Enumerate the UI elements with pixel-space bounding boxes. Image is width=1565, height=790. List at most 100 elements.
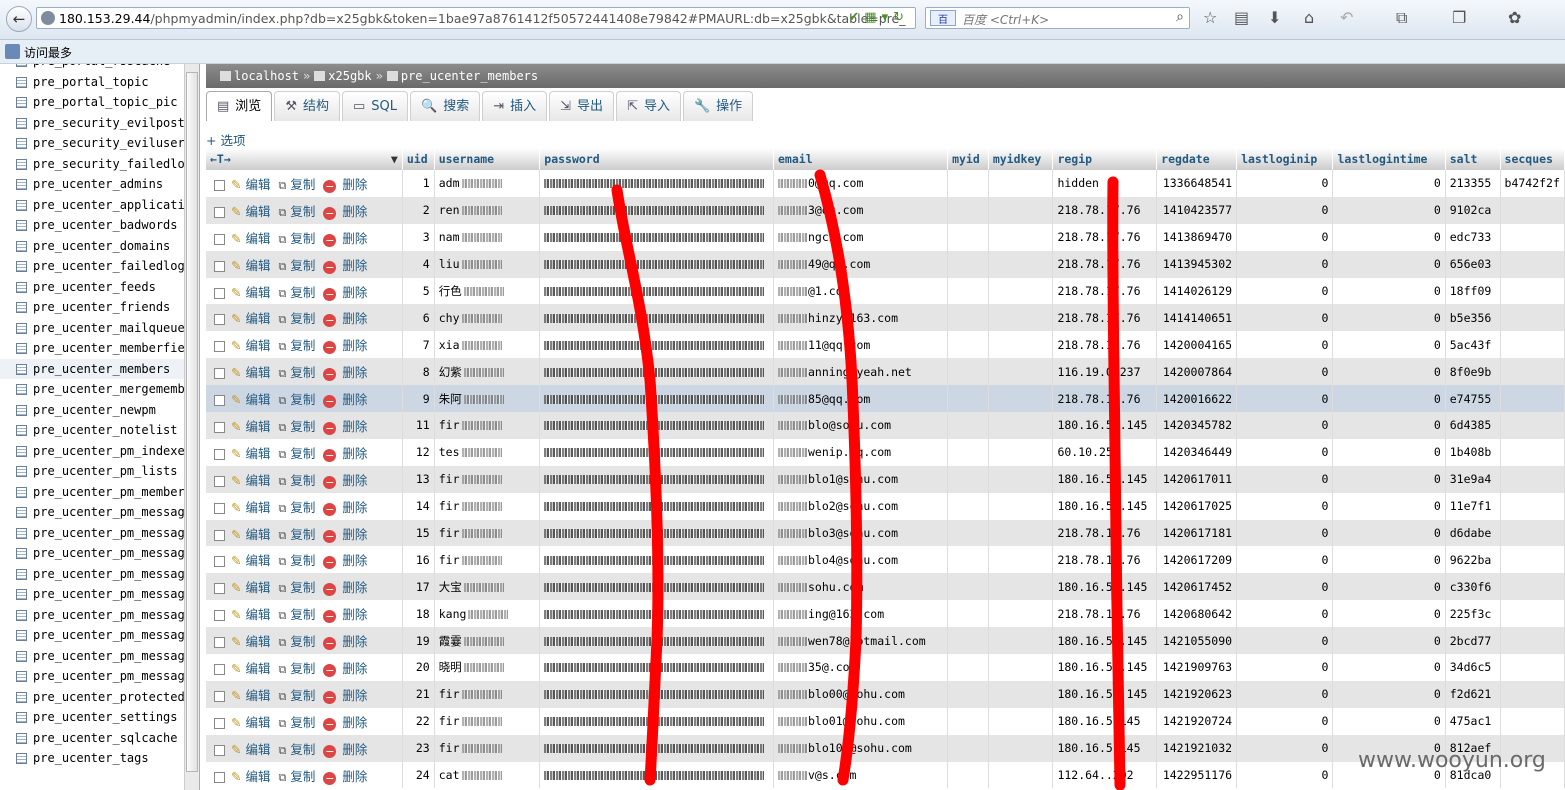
copy-icon[interactable]: ⧉ [279,636,287,649]
cell-myid[interactable] [947,573,989,601]
sidebar-item-label[interactable]: pre_ucenter_members [33,362,170,376]
sidebar-item-pre_ucenter_newpm[interactable]: pre_ucenter_newpm [0,400,184,421]
sidebar-item-label[interactable]: pre_ucenter_pm_indexes [33,444,184,458]
sidebar-item-pre_ucenter_mailqueue[interactable]: pre_ucenter_mailqueue [0,318,184,339]
cell-email[interactable]: blo2@sohu.com [773,492,949,520]
cell-email[interactable]: anning@yeah.net [773,358,949,386]
cell-myid[interactable] [947,412,989,439]
sidebar-item-label[interactable]: pre_ucenter_settings [33,710,178,724]
delete-icon[interactable]: − [323,206,337,220]
cell-regdate[interactable]: 1414140651 [1156,304,1238,332]
copy-link[interactable]: 复制 [290,258,315,273]
sidebar-item-pre_ucenter_pm_messages[interactable]: pre_ucenter_pm_messages [0,666,184,687]
cell-email[interactable]: ngch.com [773,223,949,251]
copy-link[interactable]: 复制 [290,285,315,300]
cell-salt[interactable]: f2d621 [1445,680,1501,708]
cell-myid[interactable] [947,277,989,305]
edit-link[interactable]: 编辑 [245,500,270,515]
delete-link[interactable]: 删除 [342,661,367,676]
cell-email[interactable]: v@s.com [773,761,949,789]
cell-password[interactable] [539,277,774,305]
cell-email[interactable]: blo3@sohu.com [773,519,949,547]
sidebar-item-pre_ucenter_members[interactable]: pre_ucenter_members [0,358,184,379]
cell-secques[interactable] [1500,438,1565,466]
cell-regdate[interactable]: 1420680642 [1156,600,1238,628]
table-icon[interactable] [16,322,27,334]
cell-username[interactable]: fir [434,492,541,520]
sidebar-item-pre_ucenter_tags[interactable]: pre_ucenter_tags [0,748,184,769]
sort-dropdown-icon[interactable]: ▼ [391,152,398,166]
table-row[interactable]: ✎ 编辑 ⧉ 复制 − 删除 14 fir blo2@sohu.com 180.16.55.145… [206,492,1565,520]
row-checkbox[interactable] [214,233,225,245]
sidebar-item-label[interactable]: pre_ucenter_protectedmembers [33,690,184,704]
edit-link[interactable]: 编辑 [245,742,270,757]
sidebar-item-label[interactable]: pre_security_failedlog [33,157,184,171]
cell-myidkey[interactable] [988,654,1054,681]
copy-icon[interactable]: ⧉ [279,609,287,622]
cell-lastloginip[interactable]: 0 [1236,654,1334,681]
table-icon[interactable] [16,650,27,662]
edit-link[interactable]: 编辑 [245,527,270,542]
table-icon[interactable] [16,97,27,108]
cell-username[interactable]: 大宝 [434,573,541,601]
sidebar-item-pre_ucenter_failedlogins[interactable]: pre_ucenter_failedlogins [0,256,184,277]
row-checkbox[interactable] [214,583,225,595]
cell-salt[interactable]: 18ff09 [1445,277,1501,305]
cell-myid[interactable] [947,546,989,574]
pencil-icon[interactable]: ✎ [231,285,241,300]
sidebar-item-label[interactable]: pre_ucenter_pm_messages [33,628,184,642]
column-header-email[interactable]: email [773,148,949,170]
cell-secques[interactable]: b4742f2f [1500,170,1565,197]
column-nav-arrows[interactable]: ←T→ [210,152,231,166]
copy-icon[interactable]: ⧉ [279,717,287,730]
copy-icon[interactable]: ⧉ [279,233,287,246]
cell-regdate[interactable]: 1414026129 [1156,277,1238,305]
edit-link[interactable]: 编辑 [245,473,270,488]
table-row[interactable]: ✎ 编辑 ⧉ 复制 − 删除 15 fir blo3@sohu.com 218.78.17.76 1… [206,519,1565,547]
cell-email[interactable]: blo01@sohu.com [773,707,949,735]
sidebar-item-label[interactable]: pre_portal_topic_pic [33,95,178,109]
column-header-lastloginip[interactable]: lastloginip [1236,148,1334,170]
sidebar-item-pre_ucenter_pm_messages[interactable]: pre_ucenter_pm_messages [0,584,184,605]
table-row[interactable]: ✎ 编辑 ⧉ 复制 − 删除 9 朱阿 85@qq.com 218.78.17.76 1420016… [206,385,1565,413]
delete-link[interactable]: 删除 [342,285,367,300]
copy-link[interactable]: 复制 [290,204,315,219]
cell-lastlogintime[interactable]: 0 [1332,438,1446,466]
row-checkbox[interactable] [214,206,225,218]
row-checkbox[interactable] [214,475,225,487]
cell-myidkey[interactable] [988,412,1054,439]
sidebar-item-label[interactable]: pre_ucenter_feeds [33,280,156,294]
column-header-lastlogintime[interactable]: lastlogintime [1332,148,1446,170]
copy-link[interactable]: 复制 [290,527,315,542]
cell-lastlogintime[interactable]: 0 [1332,492,1446,520]
copy-link[interactable]: 复制 [290,688,315,703]
cell-regip[interactable]: 218.78.17.76 [1052,546,1158,574]
url-action-icons[interactable]: ✔▦▾↻ [848,10,909,25]
cell-regip[interactable]: 180.16.55.145 [1052,573,1158,601]
table-icon[interactable] [16,548,27,559]
delete-link[interactable]: 删除 [342,473,367,488]
cell-myidkey[interactable] [988,546,1054,574]
cell-username[interactable]: adm [434,170,541,197]
cell-email[interactable]: 85@qq.com [773,385,949,413]
row-checkbox[interactable] [214,179,225,191]
edit-link[interactable]: 编辑 [245,338,270,353]
cell-lastloginip[interactable]: 0 [1236,196,1334,224]
table-icon[interactable] [16,507,27,518]
cell-uid[interactable]: 6 [402,304,435,332]
delete-icon[interactable]: − [323,717,337,731]
column-header-regip[interactable]: regip [1052,148,1158,170]
cell-secques[interactable] [1500,707,1565,735]
cell-username[interactable]: fir [434,519,541,547]
cell-secques[interactable] [1500,573,1565,601]
cell-regip[interactable]: 60.10.25 [1052,438,1158,466]
cell-regdate[interactable]: 1420346449 [1156,438,1238,466]
cell-uid[interactable]: 4 [402,250,435,278]
cell-uid[interactable]: 18 [402,600,435,628]
cell-myid[interactable] [947,358,989,386]
cell-password[interactable] [539,707,774,735]
cell-username[interactable]: fir [434,707,541,735]
copy-icon[interactable]: ⧉ [279,744,287,757]
cell-email[interactable]: 49@qq.com [773,250,949,278]
sidebar-item-label[interactable]: pre_ucenter_pm_lists [33,464,178,478]
